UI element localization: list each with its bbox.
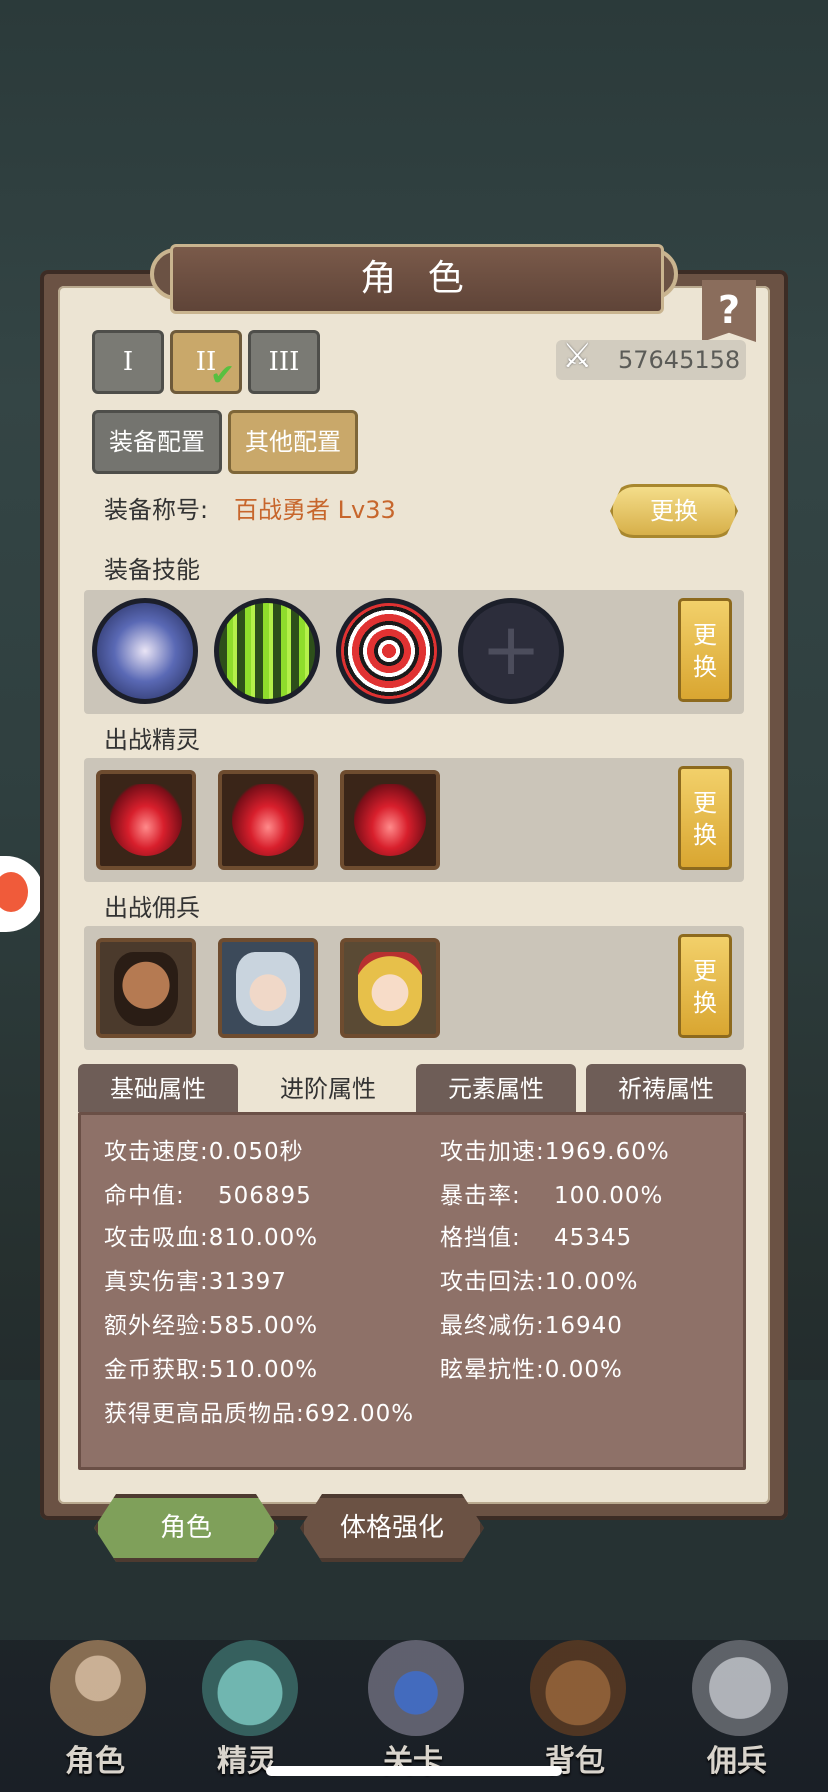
skill-slot-1[interactable] (92, 598, 198, 704)
physique-tab-button[interactable]: 体格强化 (300, 1494, 484, 1562)
nav-role[interactable]: 角色 (30, 1640, 160, 1780)
stat-attack-speed: 攻击速度:0.050秒 (104, 1139, 304, 1165)
loadout-tab-1[interactable]: I (92, 330, 164, 394)
stat-attack-haste: 攻击加速:1969.60% (440, 1139, 670, 1165)
stat-accuracy: 命中值: 506895 (104, 1183, 312, 1209)
skill-slot-3[interactable] (336, 598, 442, 704)
spirits-label: 出战精灵 (104, 726, 200, 754)
hero-portrait-icon (50, 1640, 146, 1736)
nav-spirit[interactable]: 精灵 (182, 1640, 312, 1780)
skull-gate-icon (368, 1640, 464, 1736)
check-icon: ✔ (210, 358, 236, 393)
stat-final-reduction: 最终减伤:16940 (440, 1313, 623, 1339)
equip-title-value: 百战勇者 Lv33 (234, 496, 396, 524)
tab-element-attributes[interactable]: 元素属性 (416, 1064, 576, 1112)
blonde-knight-icon (358, 952, 422, 1026)
floating-assistant-icon[interactable] (0, 856, 44, 932)
spirit-slot-2[interactable] (218, 770, 318, 870)
tab-advanced-attributes[interactable]: 进阶属性 (248, 1064, 408, 1112)
swap-label-line1: 更 (693, 957, 717, 985)
other-config-button[interactable]: 其他配置 (228, 410, 358, 474)
add-skill-icon[interactable]: + (458, 598, 564, 704)
stat-stun-resist: 眩晕抗性:0.00% (440, 1357, 623, 1383)
tab-prayer-attributes[interactable]: 祈祷属性 (586, 1064, 746, 1112)
nav-role-label: 角色 (65, 1744, 125, 1779)
loadout-tab-3[interactable]: III (248, 330, 320, 394)
stat-mana-regen: 攻击回法:10.00% (440, 1269, 639, 1295)
stat-quality-drop: 获得更高品质物品:692.00% (104, 1401, 415, 1427)
equip-title-swap-button[interactable]: 更换 (610, 484, 738, 538)
stat-lifesteal: 攻击吸血:810.00% (104, 1225, 319, 1251)
stat-gold-gain: 金币获取:510.00% (104, 1357, 319, 1383)
skill-slot-2[interactable] (214, 598, 320, 704)
spirit-slot-3[interactable] (340, 770, 440, 870)
merc-slot-3[interactable] (340, 938, 440, 1038)
swap-label-line2: 换 (693, 989, 717, 1017)
knight-helmet-icon (692, 1640, 788, 1736)
mercs-label: 出战佣兵 (104, 894, 200, 922)
combat-power: ⚔ 57645158 (556, 336, 746, 380)
merc-slot-2[interactable] (218, 938, 318, 1038)
equip-config-button[interactable]: 装备配置 (92, 410, 222, 474)
skills-swap-button[interactable]: 更 换 (678, 598, 732, 702)
equip-title-label: 装备称号: (104, 496, 209, 524)
swap-label-line1: 更 (693, 621, 717, 649)
spirit-slot-1[interactable] (96, 770, 196, 870)
swap-label-line2: 换 (693, 821, 717, 849)
combat-power-value: 57645158 (618, 346, 741, 374)
red-flame-spirit-icon (232, 784, 304, 856)
stat-block: 格挡值: 45345 (440, 1225, 633, 1251)
slime-spirit-icon (202, 1640, 298, 1736)
merc-slot-1[interactable] (96, 938, 196, 1038)
mercs-swap-button[interactable]: 更 换 (678, 934, 732, 1038)
crossed-swords-icon: ⚔ (562, 336, 593, 376)
home-indicator[interactable] (266, 1766, 562, 1776)
bearded-warrior-icon (114, 952, 178, 1026)
nav-stage[interactable]: 关卡 (348, 1640, 478, 1780)
red-flame-spirit-icon (354, 784, 426, 856)
tab-basic-attributes[interactable]: 基础属性 (78, 1064, 238, 1112)
nav-mercenary-label: 佣兵 (707, 1744, 767, 1779)
role-tab-button[interactable]: 角色 (94, 1494, 278, 1562)
red-flame-spirit-icon (110, 784, 182, 856)
skills-label: 装备技能 (104, 556, 200, 584)
nav-mercenary[interactable]: 佣兵 (672, 1640, 802, 1780)
stat-extra-exp: 额外经验:585.00% (104, 1313, 319, 1339)
silver-hair-swordsman-icon (236, 952, 300, 1026)
stat-true-damage: 真实伤害:31397 (104, 1269, 287, 1295)
stat-crit-rate: 暴击率: 100.00% (440, 1183, 664, 1209)
swap-label-line2: 换 (693, 653, 717, 681)
panel-title: 角 色 (170, 244, 664, 314)
swap-label-line1: 更 (693, 789, 717, 817)
nav-backpack[interactable]: 背包 (510, 1640, 640, 1780)
backpack-icon (530, 1640, 626, 1736)
spirits-swap-button[interactable]: 更 换 (678, 766, 732, 870)
